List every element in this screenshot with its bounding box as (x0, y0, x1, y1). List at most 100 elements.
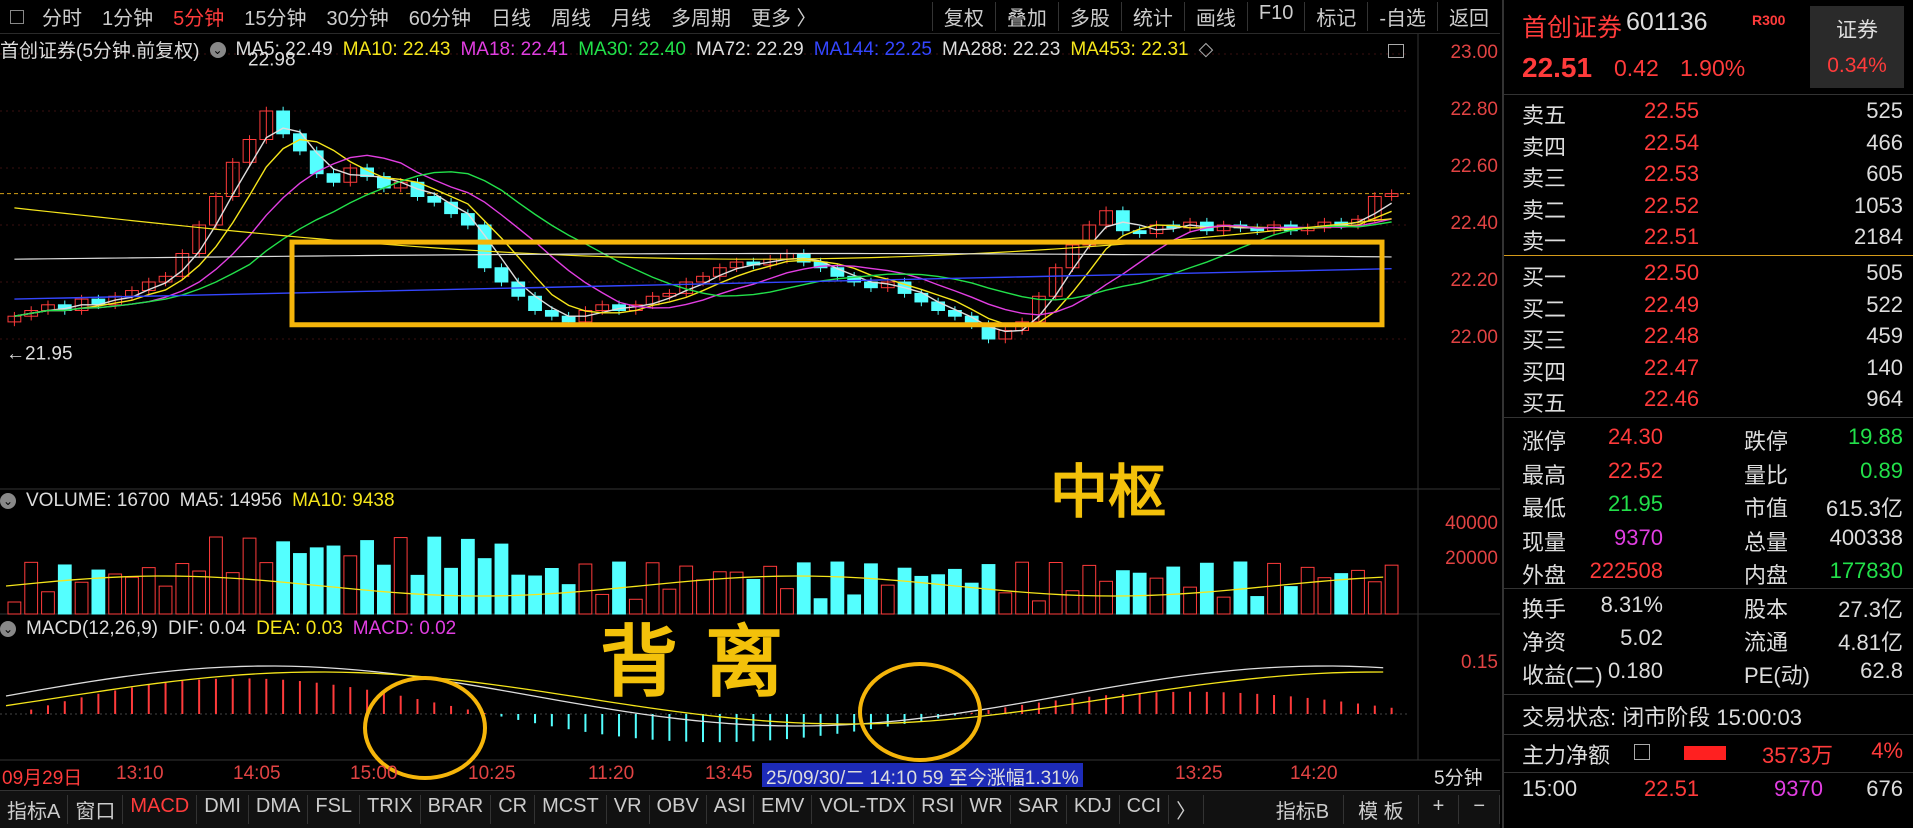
indicator-tab-right-3[interactable]: − (1459, 795, 1500, 824)
stat-label: 总量 (1744, 529, 1789, 555)
indicator-tab-1[interactable]: 窗口 (68, 795, 124, 824)
period-3[interactable]: 15分钟 (234, 2, 316, 31)
ma-legend-items: MA5: 22.49 MA10: 22.43 MA18: 22.41 MA30: 22… (236, 39, 1189, 61)
stat-row-2: 最低 21.95 市值 615.3亿 (1522, 491, 1903, 523)
bid-label: 买三 (1522, 328, 1567, 353)
indicator-tab-15[interactable]: RSI (914, 795, 963, 824)
volume-bar (444, 567, 458, 615)
indicator-tab-3[interactable]: DMI (197, 795, 249, 824)
indicator-tab-6[interactable]: TRIX (360, 795, 421, 824)
period-5[interactable]: 60分钟 (399, 2, 481, 31)
period-9[interactable]: 多周期 (661, 2, 741, 31)
ma-legend-7: MA453: 22.31 (1070, 38, 1189, 60)
price-row: 22.51 0.42 1.90% (1522, 52, 1903, 86)
bid-label: 买四 (1522, 359, 1567, 385)
indicator-tab-8[interactable]: CR (491, 795, 536, 824)
volume-ma5: MA5: 14956 (179, 490, 283, 511)
ask-label: 卖三 (1522, 166, 1567, 191)
stat-value: 27.3亿 (1838, 597, 1903, 622)
indicator-tab-right-0[interactable]: 指标B (1262, 795, 1345, 824)
candle-body (561, 315, 576, 323)
volume-bar (7, 601, 22, 615)
period-4[interactable]: 30分钟 (317, 2, 399, 31)
indicator-tab-18[interactable]: KDJ (1067, 795, 1120, 824)
chevron-down-icon[interactable]: ⌄ (0, 493, 16, 509)
bid-row-3: 买四 22.47 140 (1522, 355, 1903, 387)
volume-bar (1317, 577, 1332, 615)
ask-price: 22.53 (1644, 161, 1700, 186)
chevron-down-icon[interactable]: ⌄ (0, 621, 16, 637)
tool-3[interactable]: 统计 (1120, 2, 1184, 31)
period-8[interactable]: 月线 (601, 2, 661, 31)
indicator-tab-5[interactable]: FSL (308, 795, 361, 824)
indicator-tab-14[interactable]: VOL-TDX (812, 795, 915, 824)
period-2[interactable]: 5分钟 (163, 2, 234, 31)
chevron-down-icon[interactable]: ⌄ (209, 41, 226, 58)
stat-label: 涨停 (1522, 429, 1567, 454)
stat2-row-2: 收益(二) 0.180 PE(动) 62.8 (1522, 658, 1903, 690)
tool-5[interactable]: F10 (1246, 2, 1304, 31)
candle-body (511, 281, 526, 297)
stat-value: 222508 (1589, 558, 1663, 583)
volume-bar (125, 576, 139, 615)
stat-label: 最低 (1522, 496, 1567, 521)
stat2-row-0: 换手 8.31% 股本 27.3亿 (1522, 592, 1903, 624)
indicator-tab-17[interactable]: SAR (1011, 795, 1067, 824)
stat-label: 现量 (1522, 529, 1567, 555)
tool-4[interactable]: 画线 (1183, 2, 1247, 31)
indicator-tab-11[interactable]: OBV (650, 795, 707, 824)
period-6[interactable]: 日线 (481, 2, 541, 31)
ask-row-4: 卖一 22.51 2184 (1522, 224, 1903, 256)
period-1[interactable]: 1分钟 (92, 2, 163, 31)
ask-price: 22.51 (1644, 224, 1700, 249)
period-7[interactable]: 周线 (541, 2, 601, 31)
indicator-tab-20[interactable]: 〉 (1169, 795, 1205, 824)
tool-8[interactable]: 返回 (1437, 2, 1500, 31)
stat-value: 19.88 (1847, 424, 1903, 449)
ask-price: 22.54 (1644, 129, 1700, 155)
indicator-tab-right-1[interactable]: 模 板 (1344, 795, 1419, 824)
stat-label: 市值 (1744, 496, 1789, 521)
tool-0[interactable]: 复权 (931, 2, 995, 31)
ask-label: 卖二 (1522, 197, 1567, 223)
time-tick-1: 13:10 (116, 763, 164, 784)
indicator-tab-9[interactable]: MCST (535, 795, 607, 824)
tool-7[interactable]: -自选 (1367, 2, 1437, 31)
price-tick-4: 22.20 (1450, 270, 1498, 291)
indicator-tab-12[interactable]: ASI (707, 795, 755, 824)
volume-bar (57, 564, 72, 615)
ask-price: 22.55 (1644, 98, 1700, 123)
indicator-tab-right-2[interactable]: + (1419, 795, 1460, 824)
volume-bar (1032, 600, 1046, 615)
time-tick-5: 11:20 (588, 763, 635, 784)
indicator-tab-16[interactable]: WR (962, 795, 1011, 824)
tool-6[interactable]: 标记 (1304, 2, 1367, 31)
volume-bar (91, 569, 106, 615)
stat-value: 9370 (1614, 524, 1663, 550)
period-10[interactable]: 更多 〉 (741, 2, 827, 31)
tool-1[interactable]: 叠加 (994, 2, 1058, 31)
window-icon[interactable] (10, 9, 24, 24)
tool-2[interactable]: 多股 (1057, 2, 1121, 31)
indicator-tab-19[interactable]: CCI (1120, 795, 1170, 824)
volume-bar (847, 594, 862, 615)
panel-toggle-icon[interactable] (1388, 44, 1404, 58)
bid-label: 买五 (1522, 391, 1567, 416)
zhongshu-annotation: 中枢 (1050, 458, 1167, 526)
indicator-tab-0[interactable]: 指标A (0, 795, 69, 824)
main-flow-value: 3573万 (1762, 743, 1833, 768)
indicator-tab-10[interactable]: VR (607, 795, 650, 824)
time-tick-2: 14:05 (233, 763, 281, 784)
list-icon[interactable] (1634, 744, 1650, 760)
indicator-tab-2[interactable]: MACD (123, 795, 198, 824)
diamond-icon[interactable]: ◇ (1199, 38, 1214, 61)
indicator-tab-7[interactable]: BRAR (421, 795, 492, 824)
time-crosshair-label: 25/09/30/二 14:10 59 至今涨幅1.31% (762, 763, 1083, 789)
stat-label: 净资 (1522, 630, 1567, 655)
main-legend: 首创证券(5分钟.前复权) ⌄ MA5: 22.49 MA10: 22.43 MA1… (0, 36, 1213, 63)
indicator-tab-4[interactable]: DMA (249, 795, 309, 824)
period-0[interactable]: 分时 (32, 2, 92, 31)
volume-bar (326, 545, 341, 615)
stat-label: 内盘 (1744, 563, 1789, 588)
indicator-tab-13[interactable]: EMV (754, 795, 813, 824)
